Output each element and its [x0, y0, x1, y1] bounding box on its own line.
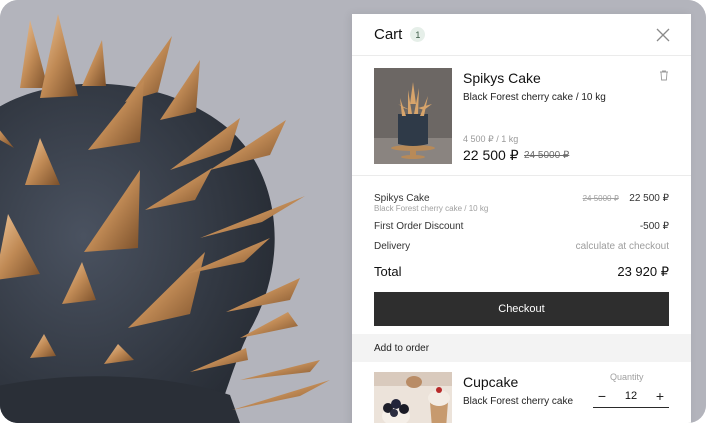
summary-item-price: 22 500 ₽	[629, 193, 669, 204]
summary-item-sub: Black Forest cherry cake / 10 kg	[374, 204, 489, 213]
quantity-stepper: − 12 +	[593, 386, 669, 408]
cart-item-name: Spikys Cake	[463, 70, 541, 86]
cart-header: Cart 1	[352, 14, 691, 56]
total-label: Total	[374, 264, 402, 279]
summary-item-old-price: 24 5000 ₽	[582, 194, 619, 203]
cart-item-unit-price: 4 500 ₽ / 1 kg	[463, 134, 519, 144]
cart-item-price: 22 500 ₽	[463, 147, 519, 163]
summary-delivery-row: Delivery calculate at checkout	[374, 241, 669, 252]
summary-item-row: Spikys Cake Black Forest cherry cake / 1…	[374, 188, 669, 213]
upsell-item-description: Black Forest cherry cake	[463, 396, 574, 407]
summary-total-row: Total 23 920 ₽	[374, 264, 669, 280]
discount-label: First Order Discount	[374, 221, 464, 232]
cart-panel: Cart 1 Spikys Cake Black Forest cherry c…	[352, 14, 691, 423]
summary-item-name: Spikys Cake	[374, 193, 430, 204]
app-window: Cart 1 Spikys Cake Black Forest cherry c…	[0, 0, 706, 423]
close-icon[interactable]	[655, 27, 671, 43]
quantity-label: Quantity	[610, 372, 644, 382]
cart-item: Spikys Cake Black Forest cherry cake / 1…	[352, 56, 691, 176]
increase-quantity-button[interactable]: +	[653, 388, 667, 404]
summary-discount-row: First Order Discount -500 ₽	[374, 221, 669, 232]
discount-value: -500 ₽	[639, 221, 669, 232]
checkout-button[interactable]: Checkout	[374, 292, 669, 326]
cart-item-old-price: 24 5000 ₽	[524, 150, 570, 161]
order-summary: Spikys Cake Black Forest cherry cake / 1…	[352, 176, 691, 334]
add-to-order-header: Add to order	[352, 334, 691, 362]
delivery-value: calculate at checkout	[575, 241, 669, 252]
total-value: 23 920 ₽	[617, 264, 669, 279]
upsell-item-name: Cupcake	[463, 374, 519, 390]
cart-title: Cart	[374, 26, 403, 43]
cart-item-image	[374, 68, 452, 164]
trash-icon[interactable]	[659, 70, 669, 81]
cart-count-badge: 1	[410, 27, 426, 42]
delivery-label: Delivery	[374, 241, 411, 252]
upsell-item-image	[374, 372, 452, 423]
upsell-item: Cupcake Black Forest cherry cake Quantit…	[352, 362, 691, 423]
cart-item-description: Black Forest cherry cake / 10 kg	[463, 92, 606, 103]
